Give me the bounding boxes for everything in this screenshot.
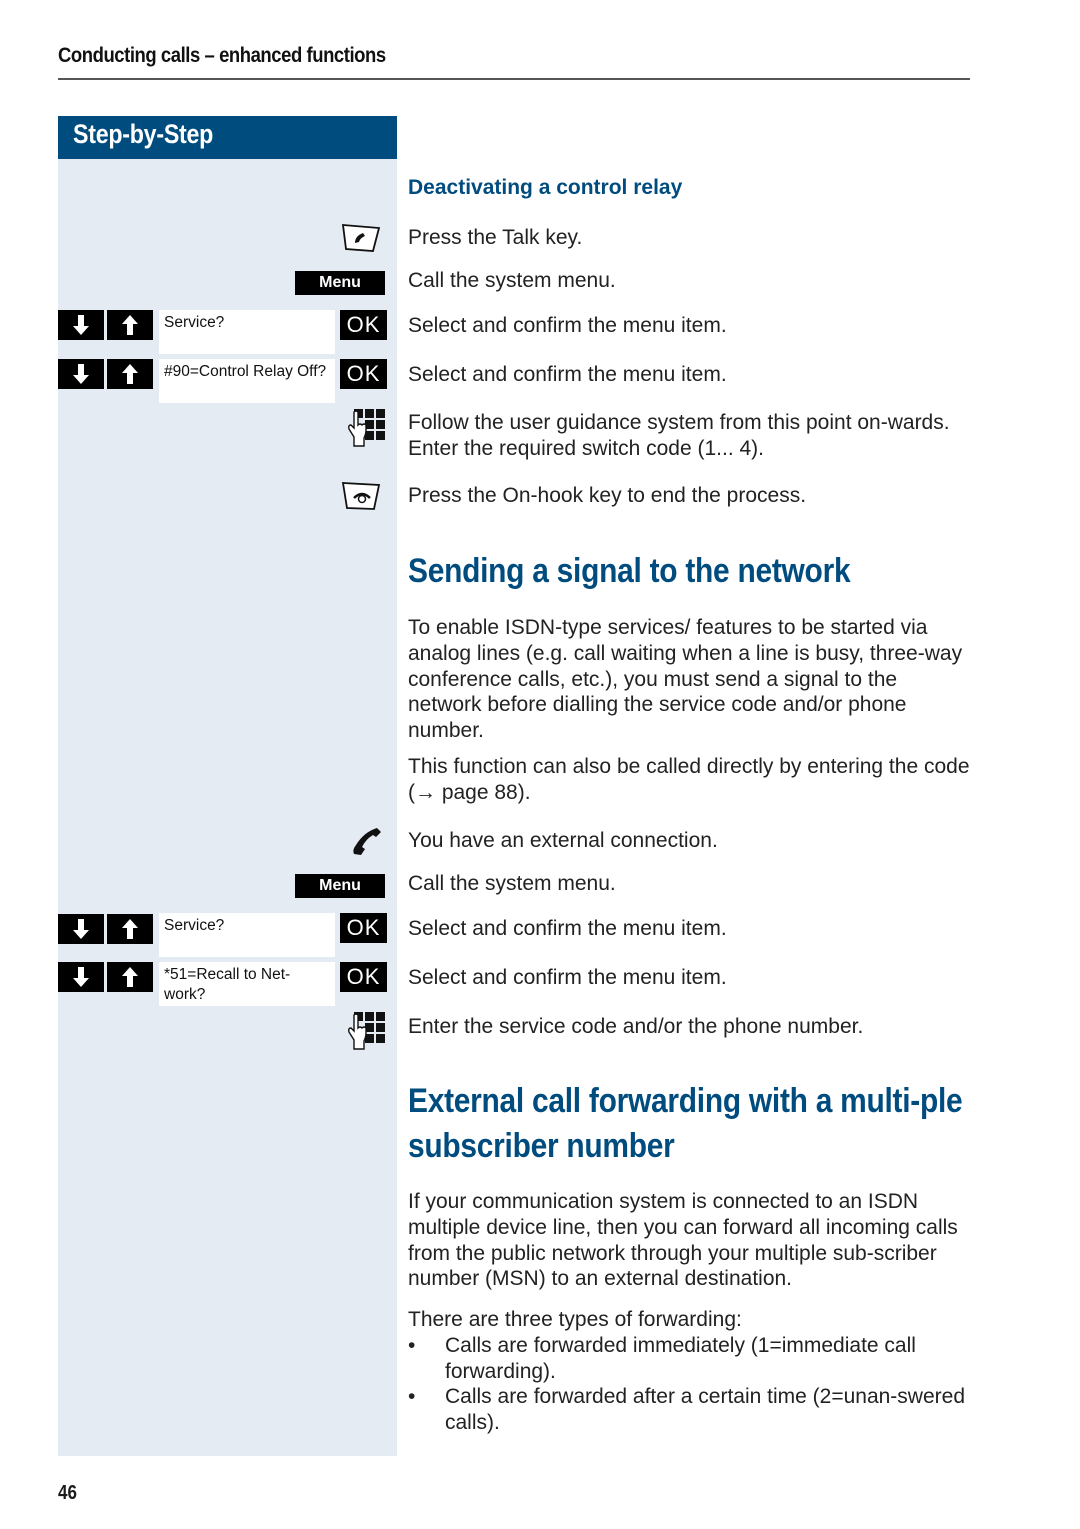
page-number: 46: [58, 1482, 77, 1504]
arrow-down-icon: [71, 917, 91, 941]
bullet-icon: •: [408, 1385, 416, 1408]
running-head: Conducting calls – enhanced functions: [58, 44, 386, 67]
ok-button[interactable]: OK: [340, 913, 387, 943]
paragraph: To enable ISDN-type services/ features t…: [408, 616, 963, 743]
bullet-text: Calls are forwarded immediately (1=immed…: [445, 1334, 916, 1383]
paragraph: There are three types of forwarding:: [408, 1308, 742, 1331]
scroll-up-button[interactable]: [107, 359, 153, 389]
display-service: Service?: [159, 310, 335, 354]
section-heading-sending-signal: Sending a signal to the network: [408, 552, 851, 590]
step-text: Select and confirm the menu item.: [408, 363, 727, 386]
display-control-relay: #90=Control Relay Off?: [159, 359, 335, 403]
step-by-step-title: Step-by-Step: [73, 119, 214, 149]
scroll-up-button[interactable]: [107, 914, 153, 944]
bullet-text: Calls are forwarded after a certain time…: [445, 1385, 965, 1434]
scroll-down-button[interactable]: [58, 359, 104, 389]
display-recall-to-network: *51=Recall to Net-work?: [159, 962, 335, 1006]
menu-button[interactable]: Menu: [295, 874, 385, 898]
step-text: Select and confirm the menu item.: [408, 314, 727, 337]
keypad-icon: [346, 408, 386, 448]
bullet-item: • Calls are forwarded after a certain ti…: [408, 1384, 973, 1436]
menu-button[interactable]: Menu: [295, 271, 385, 295]
arrow-up-icon: [120, 313, 140, 337]
scroll-down-button[interactable]: [58, 914, 104, 944]
step-text: Call the system menu.: [408, 872, 616, 895]
arrow-up-icon: [120, 965, 140, 989]
keypad-icon: [346, 1011, 386, 1051]
scroll-up-button[interactable]: [107, 310, 153, 340]
step-text: Enter the service code and/or the phone …: [408, 1015, 864, 1038]
section-heading-external-forwarding: External call forwarding with a multi-pl…: [408, 1082, 963, 1165]
step-text: Follow the user guidance system from thi…: [408, 411, 950, 460]
header-divider: [58, 78, 970, 80]
step-text: Call the system menu.: [408, 269, 616, 292]
display-service: Service?: [159, 913, 335, 957]
on-hook-key-icon: [340, 480, 382, 512]
bullet-item: • Calls are forwarded immediately (1=imm…: [408, 1333, 973, 1385]
ok-button[interactable]: OK: [340, 962, 387, 992]
ok-button[interactable]: OK: [340, 310, 387, 340]
paragraph: If your communication system is connecte…: [408, 1190, 958, 1291]
scroll-down-button[interactable]: [58, 310, 104, 340]
arrow-down-icon: [71, 362, 91, 386]
scroll-up-button[interactable]: [107, 962, 153, 992]
scroll-down-button[interactable]: [58, 962, 104, 992]
handset-icon: [350, 826, 384, 858]
arrow-up-icon: [120, 917, 140, 941]
ok-button[interactable]: OK: [340, 359, 387, 389]
step-text: Press the Talk key.: [408, 226, 583, 249]
step-text: Select and confirm the menu item.: [408, 966, 727, 989]
step-text: You have an external connection.: [408, 829, 718, 852]
step-text: Select and confirm the menu item.: [408, 917, 727, 940]
section-heading-deactivating-relay: Deactivating a control relay: [408, 176, 683, 199]
arrow-down-icon: [71, 965, 91, 989]
step-text: Press the On-hook key to end the process…: [408, 484, 807, 507]
arrow-up-icon: [120, 362, 140, 386]
talk-key-icon: [340, 222, 382, 254]
arrow-down-icon: [71, 313, 91, 337]
paragraph: This function can also be called directl…: [408, 755, 970, 804]
bullet-icon: •: [408, 1334, 416, 1357]
